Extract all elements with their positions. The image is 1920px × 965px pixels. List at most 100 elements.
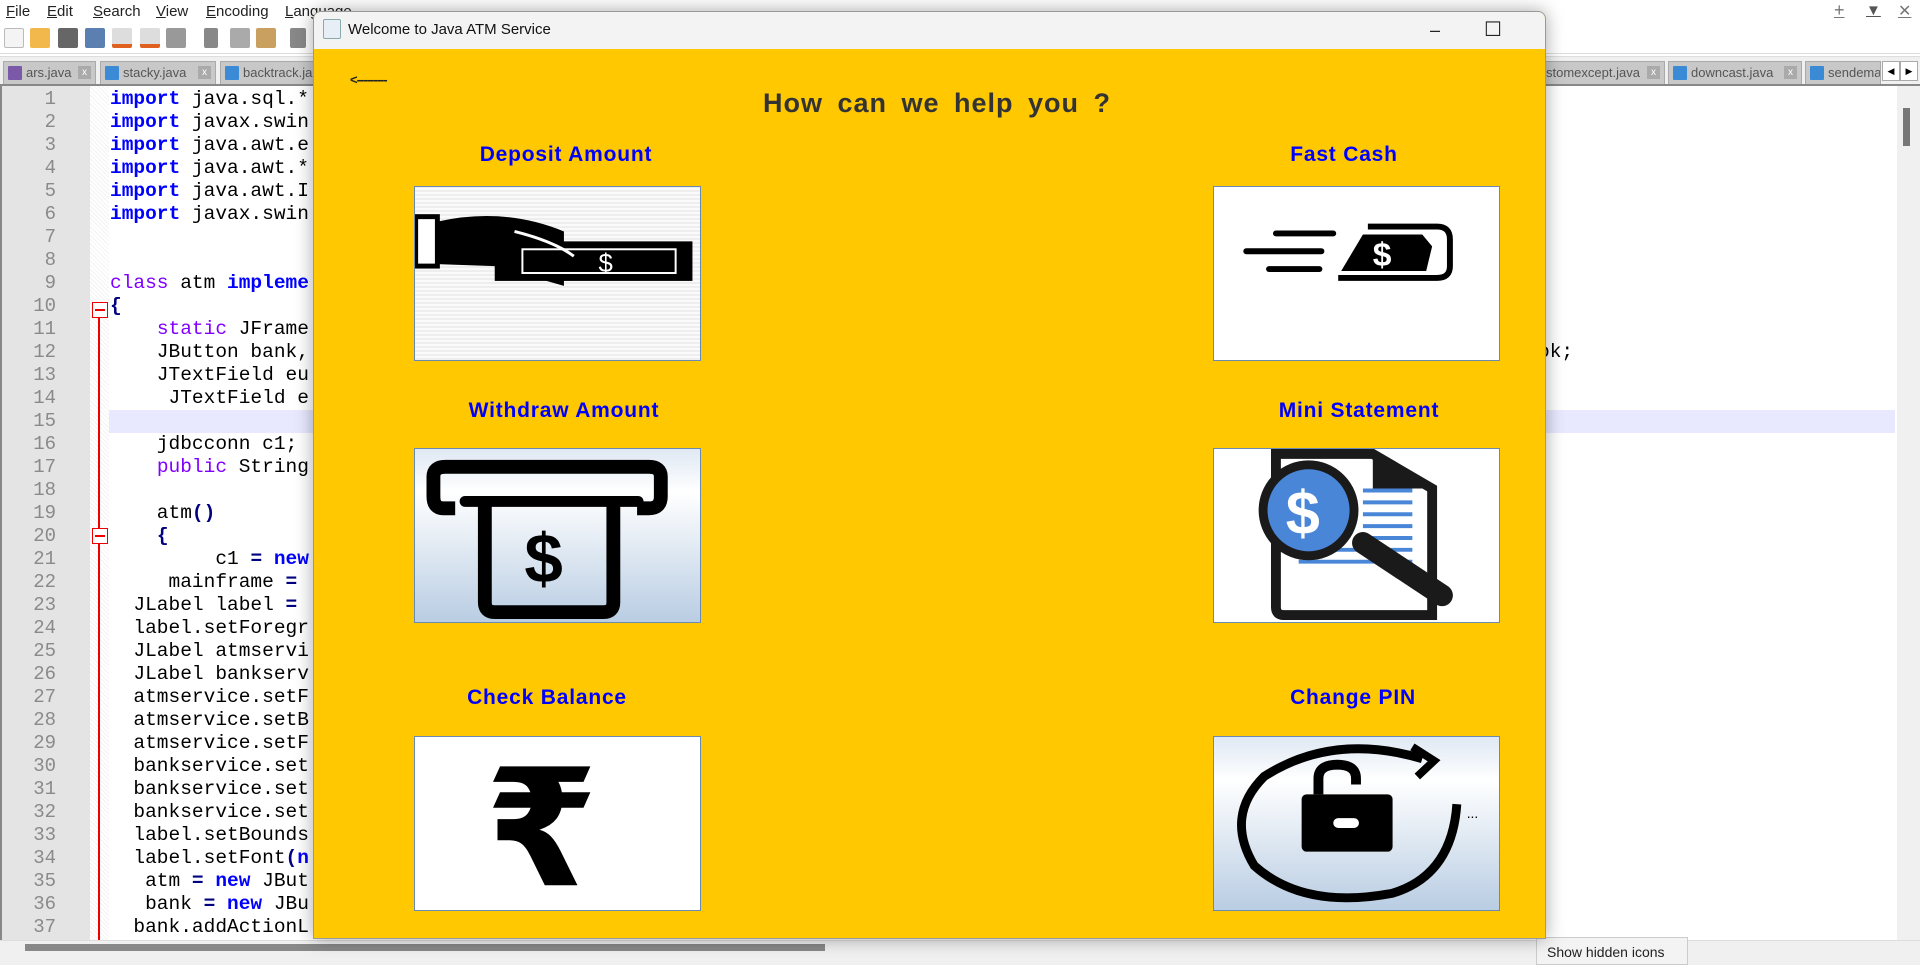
file-icon [1810,66,1824,80]
code-token: atm [110,502,192,524]
new-tab-icon[interactable]: + [1834,0,1845,21]
close-button[interactable]: ✕ [1522,12,1545,49]
line-number: 37 [33,916,56,938]
tab-close-icon[interactable]: x [1784,66,1797,79]
code-token: import [110,111,181,133]
code-token: atmservice.setB [110,709,309,731]
tab-close-icon[interactable]: x [78,66,91,79]
line-number: 8 [44,249,56,271]
line-number: 29 [33,732,56,754]
code-line: bank = new JBu [110,893,309,916]
mini-statement-label: Mini Statement [1278,399,1440,422]
tab-close-icon[interactable]: x [1647,66,1660,79]
change-pin-button[interactable]: ... [1213,736,1500,911]
close-all-icon[interactable] [140,28,160,48]
line-number: 23 [33,594,56,616]
code-token: bankservice.set [110,778,309,800]
close-file-icon[interactable] [112,28,132,48]
fold-toggle-icon[interactable] [92,528,108,544]
file-icon [8,66,22,80]
paste-icon[interactable] [256,28,276,48]
open-file-icon[interactable] [30,28,50,48]
code-token: label.setBounds [110,824,309,846]
tab-customexcept-java[interactable]: stomexcept.java x [1540,61,1665,85]
code-line: JLabel atmservi [110,640,309,663]
maximize-button[interactable]: ☐ [1464,12,1522,49]
withdraw-amount-button[interactable]: $ [414,448,701,623]
deposit-amount-button[interactable]: $ [414,186,701,361]
line-number: 25 [33,640,56,662]
copy-icon[interactable] [230,28,250,48]
fold-toggle-icon[interactable] [92,302,108,318]
tab-ars-java[interactable]: ars.java x [3,61,96,85]
check-balance-button[interactable]: ₹ [414,736,701,911]
tab-close-icon[interactable]: x [198,66,211,79]
print-icon[interactable] [166,28,186,48]
mini-statement-button[interactable]: $ [1213,448,1500,623]
tab-stacky-java[interactable]: stacky.java x [100,61,216,85]
horizontal-scroll-thumb[interactable] [25,944,825,951]
code-token: atmservice.setF [110,686,309,708]
code-token: static [156,318,228,340]
code-line: JLabel label = [110,594,297,617]
line-number: 2 [44,111,56,133]
save-icon[interactable] [58,28,78,48]
code-token: javax.swin [180,111,309,133]
code-token: bankservice.set [110,801,309,823]
line-number: 24 [33,617,56,639]
window-title: Welcome to Java ATM Service [348,21,551,38]
code-token: javax.swin [180,203,309,225]
tab-backtrack-java[interactable]: backtrack.ja [220,61,320,85]
line-number: 14 [33,387,56,409]
line-number: 9 [44,272,56,294]
code-token: JFrame [227,318,309,340]
code-token: JLabel bankserv [110,663,309,685]
code-line: JButton bank, [110,341,309,364]
code-token: atm [168,272,228,294]
dollar-glyph: $ [1286,479,1320,547]
code-token: new [215,870,251,892]
code-token: = [285,571,298,593]
code-line: atmservice.setF [110,732,309,755]
code-line: mainframe = [110,571,298,594]
code-token: java.awt.I [180,180,309,202]
code-line: bankservice.set [110,801,309,824]
code-line: label.setForegr [110,617,309,640]
code-line: JTextField eu [110,364,309,387]
code-token: ( [285,847,298,869]
code-token: public [156,456,228,478]
minimize-button[interactable]: – [1406,12,1464,49]
new-file-icon[interactable] [4,28,24,48]
menu-file[interactable]: File [6,3,30,20]
dropdown-icon[interactable]: ▼ [1866,2,1881,19]
line-number: 31 [33,778,56,800]
menu-view[interactable]: View [156,3,188,20]
tab-sendemail-java[interactable]: sendema [1805,61,1881,85]
vertical-scrollbar[interactable] [1897,86,1920,940]
tab-downcast-java[interactable]: downcast.java x [1668,61,1802,85]
cut-icon[interactable] [204,28,218,48]
close-icon[interactable]: ✕ [1898,1,1911,21]
line-number: 34 [33,847,56,869]
tab-scroll-left-button[interactable]: ◀ [1882,61,1900,81]
vertical-scroll-thumb[interactable] [1903,108,1910,146]
code-token: = [191,870,204,892]
fast-cash-button[interactable]: $ [1213,186,1500,361]
code-token: JTextField e [110,387,309,409]
back-button[interactable]: <--------- [350,72,388,87]
code-line: import java.awt.I [110,180,309,203]
tab-scroll-right-button[interactable]: ▶ [1900,61,1918,81]
code-token: bankservice.set [110,755,309,777]
undo-icon[interactable] [290,28,306,48]
code-token: JButton bank, [110,341,309,363]
line-number: 35 [33,870,56,892]
menu-search[interactable]: Search [93,3,141,20]
save-all-icon[interactable] [85,28,105,48]
menu-encoding[interactable]: Encoding [206,3,269,20]
title-bar[interactable]: Welcome to Java ATM Service – ☐ ✕ [314,12,1545,49]
menu-edit[interactable]: Edit [47,3,73,20]
line-number: 26 [33,663,56,685]
